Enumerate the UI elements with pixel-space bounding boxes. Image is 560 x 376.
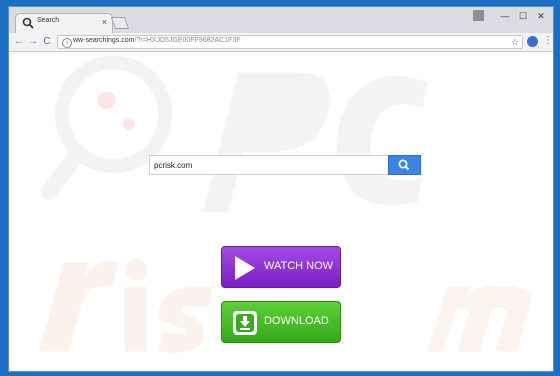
back-button[interactable]: ← xyxy=(13,36,25,48)
search-tab-icon xyxy=(22,17,34,29)
tab-title: Search xyxy=(37,17,60,24)
watch-now-button[interactable]: WATCH NOW xyxy=(221,246,341,288)
bookmark-star-icon[interactable]: ☆ xyxy=(511,36,519,48)
new-tab-button[interactable] xyxy=(110,17,130,29)
tab-strip: Search × — ☐ ✕ xyxy=(9,7,553,33)
tab-close-icon[interactable]: × xyxy=(102,16,107,28)
url-text: ww-searchings.com/?r=HXJD5JGE00FF9682AC1… xyxy=(73,37,240,44)
url-host: ww-searchings.com xyxy=(73,37,135,44)
page-content: WATCH NOW DOWNLOAD xyxy=(9,52,553,371)
search-input[interactable] xyxy=(154,160,379,171)
search-box xyxy=(149,155,389,175)
watch-now-label: WATCH NOW xyxy=(264,260,334,272)
close-button[interactable]: ✕ xyxy=(532,9,550,23)
maximize-button[interactable]: ☐ xyxy=(514,9,532,23)
browser-toolbar: ← → C i ww-searchings.com/?r=HXJD5JGE00F… xyxy=(9,33,553,52)
browser-window: Search × — ☐ ✕ ← → C i ww-searchings.com… xyxy=(8,6,554,372)
search-icon xyxy=(398,159,410,171)
user-profile-icon[interactable] xyxy=(473,10,484,21)
search-button[interactable] xyxy=(388,155,421,175)
forward-button[interactable]: → xyxy=(27,36,39,48)
tab-search[interactable]: Search × xyxy=(15,13,113,33)
reload-button[interactable]: C xyxy=(41,36,53,48)
address-bar[interactable]: i ww-searchings.com/?r=HXJD5JGE00FF9682A… xyxy=(57,35,523,49)
minimize-button[interactable]: — xyxy=(496,9,514,23)
download-label: DOWNLOAD xyxy=(264,315,329,327)
menu-button[interactable]: ⋮ xyxy=(543,35,553,47)
download-icon xyxy=(233,311,257,335)
info-icon[interactable]: i xyxy=(62,38,72,48)
download-button[interactable]: DOWNLOAD xyxy=(221,301,341,343)
play-icon xyxy=(235,256,255,280)
url-path: /?r=HXJD5JGE00FF9682AC1F3F xyxy=(134,37,241,44)
extension-icon[interactable] xyxy=(527,36,538,47)
